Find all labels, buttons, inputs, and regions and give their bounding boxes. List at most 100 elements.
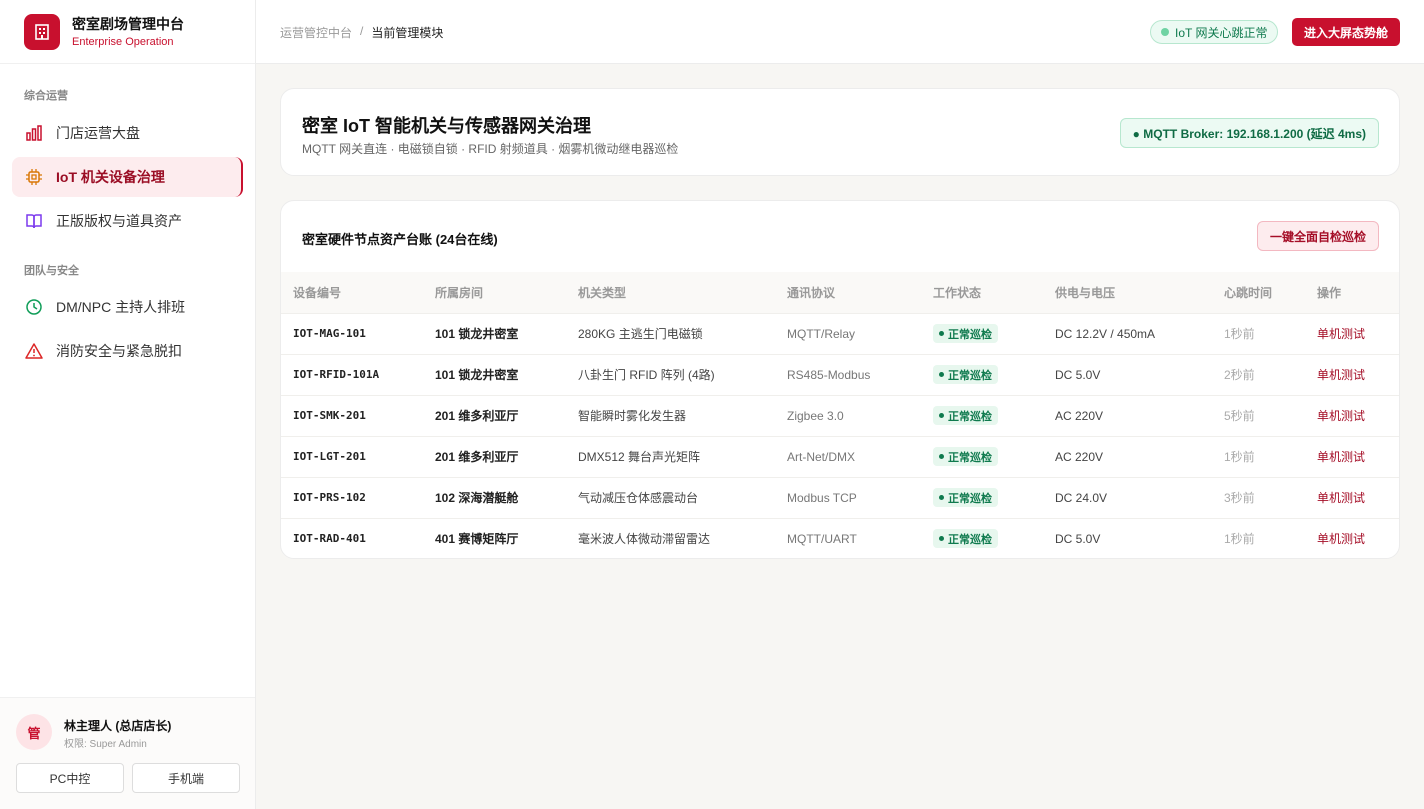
section-label-operations: 综合运营 <box>24 90 68 102</box>
book-icon <box>24 211 44 231</box>
single-test-button[interactable]: 单机测试 <box>1317 327 1365 341</box>
device-heartbeat: 5秒前 <box>1224 409 1255 423</box>
column-header: 供电与电压 <box>1055 285 1116 300</box>
table-row: IOT-RFID-101A 101 锁龙井密室 八卦生门 RFID 阵列 (4路… <box>281 354 1399 395</box>
chip-icon <box>24 167 44 187</box>
device-code: IOT-RFID-101A <box>293 368 380 381</box>
page-header-card: 密室 IoT 智能机关与传感器网关治理 MQTT 网关直连 · 电磁锁自锁 · … <box>280 88 1400 176</box>
column-header: 操作 <box>1317 285 1342 300</box>
status-badge: 正常巡检 <box>933 406 998 425</box>
sidebar-item-assets[interactable]: 正版版权与道具资产 <box>12 201 243 241</box>
warning-icon <box>24 341 44 361</box>
status-dot-icon <box>939 331 944 336</box>
device-code: IOT-SMK-201 <box>293 409 366 422</box>
full-inspection-button[interactable]: 一键全面自检巡检 <box>1257 221 1379 251</box>
single-test-button[interactable]: 单机测试 <box>1317 450 1365 464</box>
breadcrumb-separator: / <box>360 24 364 38</box>
sidebar-item-label: IoT 机关设备治理 <box>56 169 165 185</box>
heartbeat-status-badge: IoT 网关心跳正常 <box>1150 20 1279 44</box>
single-test-button[interactable]: 单机测试 <box>1317 491 1365 505</box>
pc-mode-button[interactable]: PC中控 <box>16 763 124 793</box>
status-badge: 正常巡检 <box>933 447 998 466</box>
brand-subtitle: Enterprise Operation <box>72 35 174 48</box>
user-name: 林主理人 (总店店长) <box>64 719 172 733</box>
user-role: 权限: Super Admin <box>64 739 147 750</box>
status-dot-icon <box>939 536 944 542</box>
sidebar-item-dashboard[interactable]: 门店运营大盘 <box>12 113 243 153</box>
device-heartbeat: 1秒前 <box>1224 327 1255 341</box>
column-header: 通讯协议 <box>787 285 836 300</box>
column-header: 机关类型 <box>578 285 627 300</box>
single-test-button[interactable]: 单机测试 <box>1317 368 1365 382</box>
device-code: IOT-RAD-401 <box>293 532 366 546</box>
bar-chart-icon <box>24 123 44 143</box>
status-dot-icon <box>939 495 944 500</box>
status-badge: 正常巡检 <box>933 529 998 549</box>
device-protocol: RS485-Modbus <box>787 367 871 382</box>
sidebar-item-label: 消防安全与紧急脱扣 <box>56 343 182 359</box>
device-type: 毫米波人体微动滞留雷达 <box>578 532 711 547</box>
table-title: 密室硬件节点资产台账 (24台在线) <box>302 232 498 247</box>
status-label: 正常巡检 <box>948 533 992 546</box>
device-type: 智能瞬时雾化发生器 <box>578 409 687 423</box>
device-heartbeat: 1秒前 <box>1224 450 1255 464</box>
brand: 密室剧场管理中台 Enterprise Operation <box>0 0 255 64</box>
table-row: IOT-RAD-401 401 赛博矩阵厅 毫米波人体微动滞留雷达 MQTT/U… <box>281 518 1399 558</box>
status-dot-icon <box>939 413 944 418</box>
device-room: 101 锁龙井密室 <box>435 327 519 341</box>
device-room: 201 维多利亚厅 <box>435 450 519 464</box>
page-title: 密室 IoT 智能机关与传感器网关治理 <box>302 116 591 136</box>
sidebar-item-schedule[interactable]: DM/NPC 主持人排班 <box>12 287 243 327</box>
device-power: DC 12.2V / 450mA <box>1055 326 1156 341</box>
sidebar-item-iot[interactable]: IoT 机关设备治理 <box>12 157 243 197</box>
status-label: 正常巡检 <box>948 410 992 423</box>
device-type: 八卦生门 RFID 阵列 (4路) <box>578 368 715 382</box>
device-power: AC 220V <box>1055 408 1104 423</box>
device-protocol: MQTT/Relay <box>787 326 856 341</box>
breadcrumb: 运营管控中台 / 当前管理模块 <box>280 24 443 41</box>
device-power: DC 5.0V <box>1055 367 1101 382</box>
sidebar-item-safety[interactable]: 消防安全与紧急脱扣 <box>12 331 243 371</box>
table-row: IOT-LGT-201 201 维多利亚厅 DMX512 舞台声光矩阵 Art-… <box>281 436 1399 477</box>
user-panel: 管 林主理人 (总店店长) 权限: Super Admin PC中控 手机端 <box>0 697 255 809</box>
top-header: 运营管控中台 / 当前管理模块 IoT 网关心跳正常 进入大屏态势舱 <box>256 0 1424 64</box>
status-label: 正常巡检 <box>948 369 992 382</box>
device-room: 401 赛博矩阵厅 <box>435 532 519 547</box>
mobile-mode-button[interactable]: 手机端 <box>132 763 240 793</box>
status-badge: 正常巡检 <box>933 365 998 384</box>
mqtt-broker-badge: ● MQTT Broker: 192.168.1.200 (延迟 4ms) <box>1119 118 1379 148</box>
status-label: 正常巡检 <box>948 328 992 341</box>
sidebar: 密室剧场管理中台 Enterprise Operation 综合运营 门店运营大… <box>0 0 256 809</box>
device-heartbeat: 3秒前 <box>1224 491 1255 505</box>
heartbeat-label: IoT 网关心跳正常 <box>1175 25 1268 40</box>
column-header: 工作状态 <box>933 285 982 300</box>
clock-icon <box>24 297 44 317</box>
device-heartbeat: 1秒前 <box>1224 532 1255 547</box>
device-room: 101 锁龙井密室 <box>435 368 519 382</box>
device-table: 设备编号 所属房间 机关类型 通讯协议 工作状态 供电与电压 心跳时间 操作 I… <box>281 272 1399 558</box>
column-header: 心跳时间 <box>1224 285 1273 300</box>
breadcrumb-current: 当前管理模块 <box>371 26 444 40</box>
single-test-button[interactable]: 单机测试 <box>1317 409 1365 423</box>
enter-big-screen-button[interactable]: 进入大屏态势舱 <box>1292 18 1400 46</box>
table-header-row: 设备编号 所属房间 机关类型 通讯协议 工作状态 供电与电压 心跳时间 操作 <box>281 272 1399 313</box>
brand-title: 密室剧场管理中台 <box>72 15 184 32</box>
device-code: IOT-LGT-201 <box>293 450 366 463</box>
device-heartbeat: 2秒前 <box>1224 368 1255 382</box>
single-test-button[interactable]: 单机测试 <box>1317 532 1365 546</box>
avatar[interactable]: 管 <box>16 714 52 750</box>
device-code: IOT-MAG-101 <box>293 327 366 340</box>
device-table-card: 密室硬件节点资产台账 (24台在线) 一键全面自检巡检 设备编号 所属房间 机关… <box>280 200 1400 559</box>
device-protocol: Modbus TCP <box>787 490 857 505</box>
device-power: DC 5.0V <box>1055 531 1101 546</box>
device-type: DMX512 舞台声光矩阵 <box>578 450 701 464</box>
device-protocol: Zigbee 3.0 <box>787 408 844 423</box>
page-description: MQTT 网关直连 · 电磁锁自锁 · RFID 射频道具 · 烟雾机微动继电器… <box>302 142 679 156</box>
device-room: 201 维多利亚厅 <box>435 409 519 423</box>
device-protocol: MQTT/UART <box>787 531 857 546</box>
device-protocol: Art-Net/DMX <box>787 449 856 464</box>
device-power: AC 220V <box>1055 449 1104 464</box>
breadcrumb-root[interactable]: 运营管控中台 <box>280 24 352 41</box>
status-badge: 正常巡检 <box>933 488 998 507</box>
column-header: 所属房间 <box>435 285 484 300</box>
